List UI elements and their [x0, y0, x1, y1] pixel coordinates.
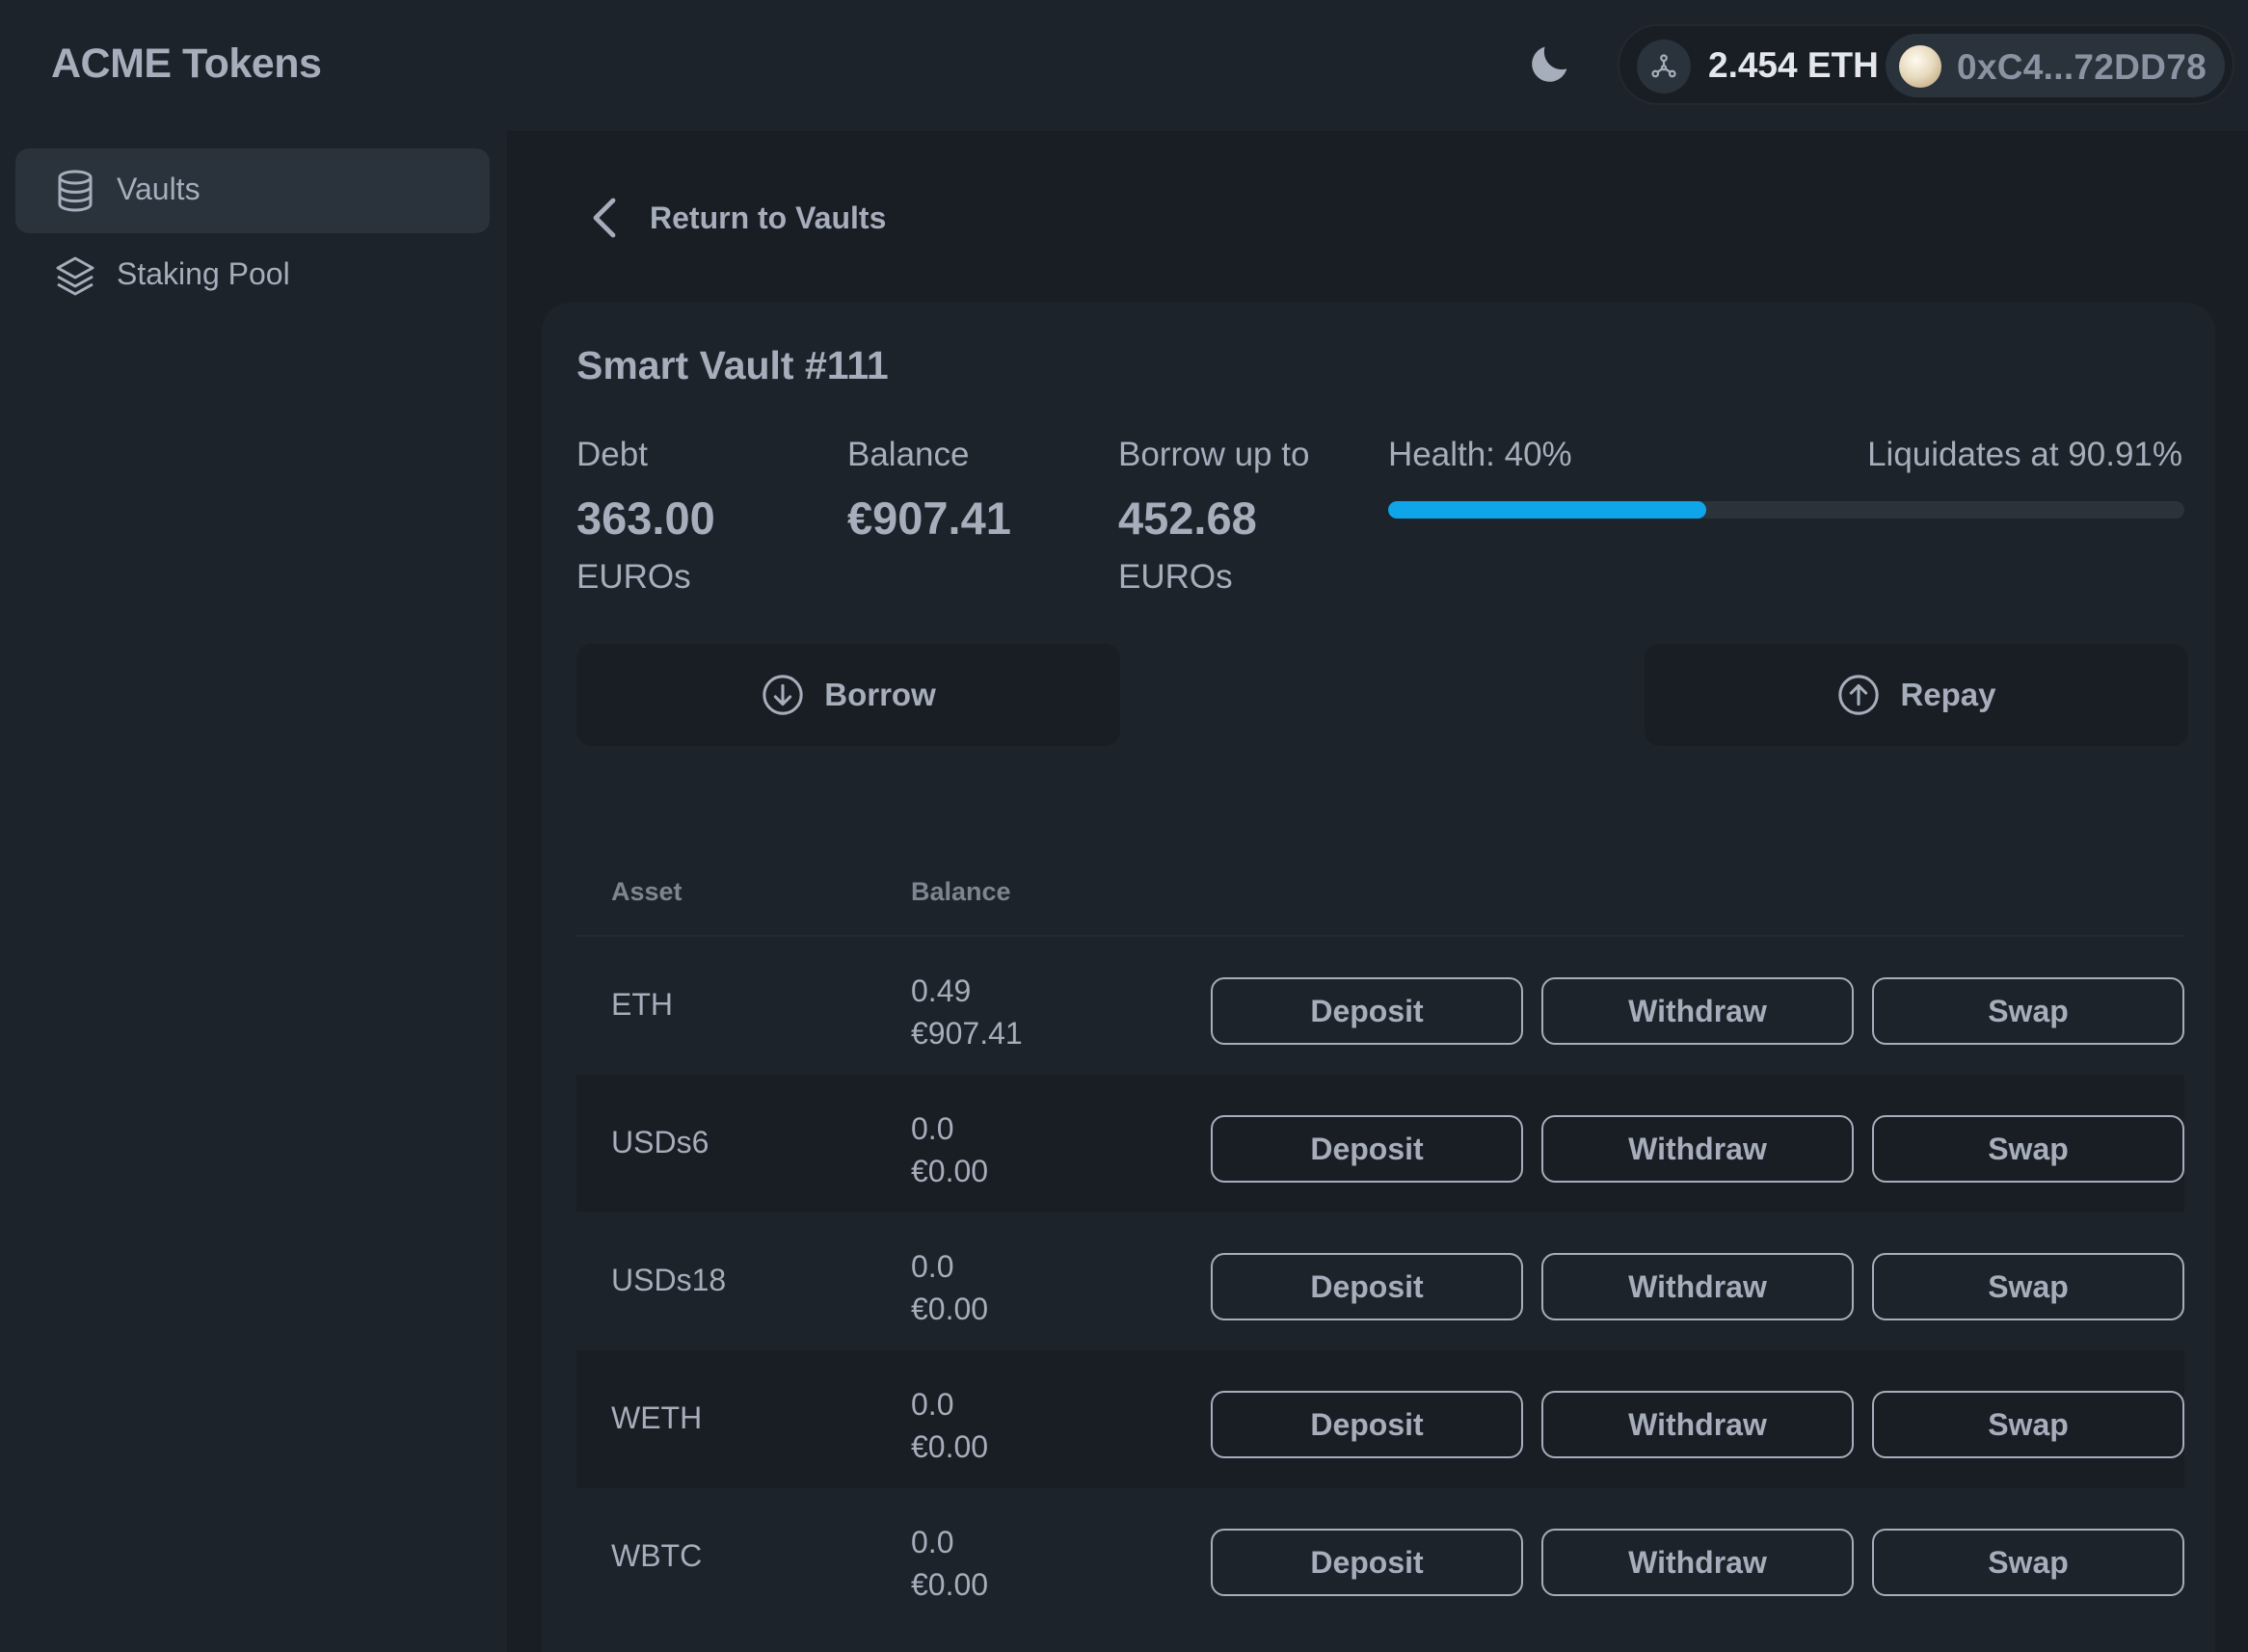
- health-progress-bar: [1388, 501, 2184, 519]
- account-button[interactable]: 0xC4...72DD78: [1886, 34, 2225, 97]
- sidebar-item-label: Staking Pool: [117, 256, 290, 291]
- arrow-up-circle-icon: [1838, 675, 1880, 715]
- avatar: [1899, 45, 1941, 88]
- asset-balance: 0.0 €0.00: [911, 1107, 988, 1192]
- sidebar-item-staking-pool[interactable]: Staking Pool: [15, 233, 490, 318]
- asset-value: €0.00: [911, 1292, 989, 1326]
- borrow-limit-label: Borrow up to: [1118, 436, 1310, 473]
- eth-balance: 2.454 ETH: [1708, 45, 1879, 85]
- table-row: USDs6 0.0 €0.00 Deposit Withdraw Swap: [576, 1075, 2184, 1212]
- liquidation-label: Liquidates at 90.91%: [1867, 436, 2182, 473]
- debt-stat: Debt 363.00 EUROs: [576, 436, 715, 597]
- borrow-button[interactable]: Borrow: [576, 644, 1120, 746]
- table-row: USDs18 0.0 €0.00 Deposit Withdraw Swap: [576, 1212, 2184, 1350]
- deposit-button[interactable]: Deposit: [1211, 977, 1523, 1045]
- asset-name: ETH: [611, 987, 673, 1022]
- borrow-limit-unit: EUROs: [1118, 558, 1233, 596]
- top-navbar: ACME Tokens 2.454 ETH 0xC4...72DD78: [0, 0, 2248, 131]
- deposit-button[interactable]: Deposit: [1211, 1253, 1523, 1320]
- return-to-vaults-link[interactable]: Return to Vaults: [586, 195, 886, 241]
- asset-name: WETH: [611, 1400, 703, 1435]
- debt-unit: EUROs: [576, 558, 691, 596]
- asset-balance: 0.0 €0.00: [911, 1245, 988, 1330]
- debt-label: Debt: [576, 436, 648, 473]
- balance-label: Balance: [847, 436, 970, 473]
- repay-button-label: Repay: [1900, 677, 1996, 712]
- withdraw-button[interactable]: Withdraw: [1541, 1529, 1854, 1596]
- deposit-button[interactable]: Deposit: [1211, 1529, 1523, 1596]
- asset-name: USDs6: [611, 1125, 709, 1159]
- table-header-balance: Balance: [911, 877, 1011, 906]
- moon-icon[interactable]: [1525, 39, 1575, 89]
- withdraw-button[interactable]: Withdraw: [1541, 1253, 1854, 1320]
- swap-button[interactable]: Swap: [1872, 1391, 2184, 1458]
- sidebar-item-vaults[interactable]: Vaults: [15, 148, 490, 233]
- asset-value: €0.00: [911, 1567, 989, 1602]
- balance-stat: Balance €907.41: [847, 436, 1011, 545]
- wallet-widget: 2.454 ETH 0xC4...72DD78: [1618, 24, 2235, 105]
- asset-amount: 0.0: [911, 1249, 954, 1284]
- asset-balance: 0.0 €0.00: [911, 1383, 988, 1468]
- asset-amount: 0.0: [911, 1111, 954, 1146]
- vault-title: Smart Vault #111: [576, 343, 889, 387]
- swap-button[interactable]: Swap: [1872, 1115, 2184, 1183]
- health-label: Health: 40%: [1388, 436, 1572, 473]
- layers-icon: [56, 256, 94, 296]
- asset-amount: 0.49: [911, 973, 972, 1008]
- table-row: WBTC 0.0 €0.00 Deposit Withdraw Swap: [576, 1488, 2184, 1626]
- account-address: 0xC4...72DD78: [1957, 47, 2207, 87]
- swap-button[interactable]: Swap: [1872, 1253, 2184, 1320]
- debt-value: 363.00: [576, 493, 715, 544]
- balance-value: €907.41: [847, 493, 1011, 544]
- table-row: ETH 0.49 €907.41 Deposit Withdraw Swap: [576, 937, 2184, 1075]
- withdraw-button[interactable]: Withdraw: [1541, 1391, 1854, 1458]
- asset-amount: 0.0: [911, 1525, 954, 1559]
- swap-button[interactable]: Swap: [1872, 1529, 2184, 1596]
- withdraw-button[interactable]: Withdraw: [1541, 1115, 1854, 1183]
- deposit-button[interactable]: Deposit: [1211, 1391, 1523, 1458]
- network-nodes-icon[interactable]: [1637, 40, 1691, 93]
- asset-balance: 0.0 €0.00: [911, 1521, 988, 1606]
- database-stack-icon: [58, 170, 93, 212]
- repay-button[interactable]: Repay: [1645, 644, 2188, 746]
- table-row: WETH 0.0 €0.00 Deposit Withdraw Swap: [576, 1350, 2184, 1488]
- table-header-asset: Asset: [611, 877, 682, 906]
- borrow-limit-value: 452.68: [1118, 493, 1257, 544]
- arrow-down-circle-icon: [763, 675, 803, 715]
- asset-value: €0.00: [911, 1429, 989, 1464]
- asset-value: €0.00: [911, 1154, 989, 1188]
- swap-button[interactable]: Swap: [1872, 977, 2184, 1045]
- borrow-button-label: Borrow: [824, 677, 936, 712]
- app-brand[interactable]: ACME Tokens: [51, 40, 322, 88]
- asset-balance: 0.49 €907.41: [911, 970, 1023, 1054]
- asset-name: WBTC: [611, 1538, 703, 1573]
- borrow-limit-stat: Borrow up to 452.68 EUROs: [1118, 436, 1309, 597]
- chevron-left-icon: [593, 198, 616, 238]
- withdraw-button[interactable]: Withdraw: [1541, 977, 1854, 1045]
- sidebar-item-label: Vaults: [117, 172, 201, 206]
- asset-value: €907.41: [911, 1016, 1023, 1051]
- deposit-button[interactable]: Deposit: [1211, 1115, 1523, 1183]
- asset-amount: 0.0: [911, 1387, 954, 1422]
- health-progress-fill: [1388, 501, 1707, 519]
- asset-name: USDs18: [611, 1263, 727, 1297]
- sidebar: Vaults Staking Pool: [0, 131, 507, 1652]
- return-to-vaults-label: Return to Vaults: [650, 200, 887, 235]
